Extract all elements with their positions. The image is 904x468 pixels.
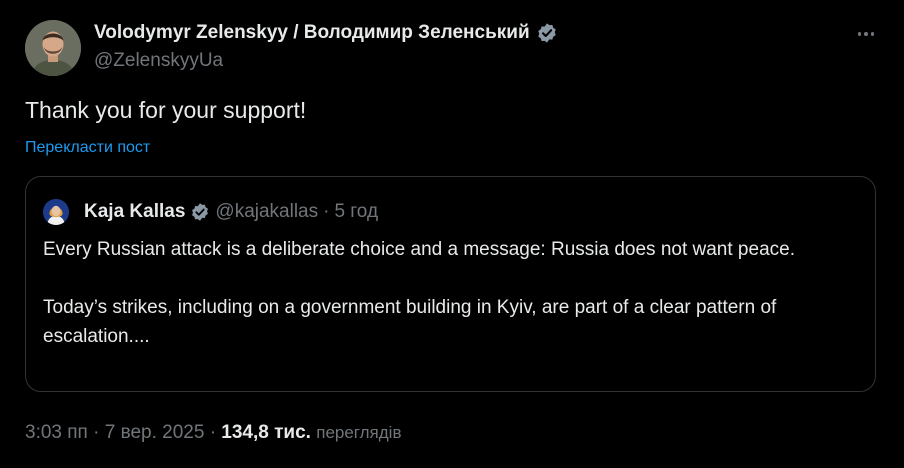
views-count: 134,8 тис. bbox=[221, 422, 311, 443]
verified-badge-icon bbox=[190, 202, 210, 222]
quoted-post-header: Kaja Kallas @kajakallas · 5 год bbox=[84, 199, 378, 225]
more-horizontal-icon-dot bbox=[857, 32, 862, 36]
quoted-author-avatar-image bbox=[43, 199, 69, 225]
verified-badge-icon bbox=[536, 22, 558, 44]
quoted-author-name[interactable]: Kaja Kallas bbox=[84, 201, 185, 223]
quoted-post-paragraph: Today’s strikes, including on a governme… bbox=[43, 297, 777, 347]
author-name[interactable]: Volodymyr Zelenskyy / Володимир Зеленськ… bbox=[94, 22, 530, 44]
quoted-post-text: Every Russian attack is a deliberate cho… bbox=[43, 235, 858, 351]
author-name-row[interactable]: Volodymyr Zelenskyy / Володимир Зеленськ… bbox=[94, 22, 558, 44]
more-horizontal-icon-dot bbox=[864, 32, 868, 36]
quoted-author-handle[interactable]: @kajakallas bbox=[215, 201, 318, 223]
quoted-post-time[interactable]: 5 год bbox=[334, 201, 378, 223]
more-options-button[interactable] bbox=[854, 24, 878, 44]
author-avatar-image bbox=[25, 20, 81, 76]
author-handle[interactable]: @ZelenskyyUa bbox=[94, 50, 223, 72]
post-text: Thank you for your support! bbox=[25, 97, 307, 123]
footer-separator: · bbox=[209, 422, 217, 443]
translate-post-link[interactable]: Перекласти пост bbox=[25, 139, 150, 157]
views-label: переглядів bbox=[316, 423, 402, 442]
meta-separator: · bbox=[323, 201, 330, 222]
quoted-post-card[interactable]: Kaja Kallas @kajakallas · 5 год Every Ru… bbox=[25, 176, 876, 392]
post-timestamp[interactable]: 3:03 пп · 7 вер. 2025 bbox=[25, 422, 204, 443]
more-horizontal-icon-dot bbox=[870, 32, 875, 36]
quoted-post-paragraph: Every Russian attack is a deliberate cho… bbox=[43, 239, 795, 260]
post-footer: 3:03 пп · 7 вер. 2025 · 134,8 тис. перег… bbox=[25, 422, 401, 444]
author-avatar[interactable] bbox=[25, 20, 81, 76]
quoted-author-avatar[interactable] bbox=[43, 199, 69, 225]
